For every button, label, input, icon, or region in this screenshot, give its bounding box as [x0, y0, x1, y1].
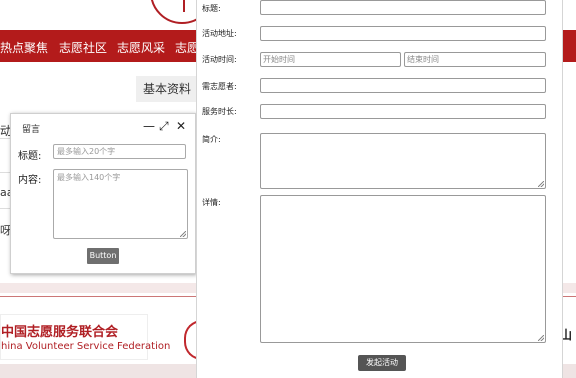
- activity-address-input[interactable]: [260, 26, 546, 41]
- activity-title-label: 标题:: [202, 4, 221, 13]
- details-label: 详情:: [202, 198, 221, 207]
- close-icon[interactable]: ✕: [176, 119, 186, 133]
- divider: [0, 172, 10, 173]
- content-placeholder: 最多输入140个字: [57, 173, 121, 182]
- cvsf-name-cn: 中国志愿服务联合会: [1, 325, 119, 340]
- volunteers-needed-input[interactable]: [260, 78, 546, 93]
- end-time-input[interactable]: 结束时间: [404, 52, 546, 67]
- activity-address-label: 活动地址:: [202, 29, 237, 38]
- intro-textarea[interactable]: [260, 133, 546, 189]
- message-dialog: 留言 — ⤢ ✕ 标题: 最多输入20个字 内容: 最多输入140个字 Butt…: [10, 113, 196, 274]
- message-content-textarea[interactable]: 最多输入140个字: [53, 169, 188, 239]
- service-duration-input[interactable]: [260, 104, 546, 119]
- nav-item-hot-focus[interactable]: 热点聚焦: [0, 39, 48, 56]
- nav-item-showcase[interactable]: 志愿风采: [117, 39, 165, 56]
- maximize-icon[interactable]: ⤢: [159, 119, 169, 133]
- service-duration-label: 服务时长:: [202, 107, 237, 116]
- dialog-title: 留言: [22, 125, 41, 135]
- tab-basic-profile[interactable]: 基本资料: [136, 76, 198, 102]
- title-label: 标题:: [18, 151, 42, 162]
- content-label: 内容:: [18, 175, 42, 186]
- message-title-input[interactable]: 最多输入20个字: [53, 144, 186, 159]
- cvsf-logo-link[interactable]: 中国志愿服务联合会 hina Volunteer Service Federat…: [0, 314, 170, 360]
- divider: [0, 208, 10, 209]
- volunteers-needed-label: 需志愿者:: [202, 82, 237, 91]
- cvsf-name-en: hina Volunteer Service Federation: [1, 341, 171, 352]
- activity-time-label: 活动时间:: [202, 55, 237, 64]
- resize-grip-icon[interactable]: [538, 181, 544, 187]
- launch-activity-button[interactable]: 发起活动: [358, 355, 406, 371]
- message-submit-button[interactable]: Button: [87, 248, 119, 264]
- details-textarea[interactable]: [260, 195, 546, 343]
- intro-label: 简介:: [202, 135, 221, 144]
- resize-grip-icon[interactable]: [538, 335, 544, 341]
- divider: [0, 138, 10, 139]
- start-time-input[interactable]: 开始时间: [260, 52, 401, 67]
- site-logo-stroke: [183, 0, 185, 12]
- resize-grip-icon[interactable]: [180, 231, 186, 237]
- activity-title-input[interactable]: [260, 0, 546, 15]
- nav-item-community[interactable]: 志愿社区: [59, 39, 107, 56]
- activity-form-panel: 标题: 活动地址: 活动时间: 开始时间 结束时间 需志愿者: 服务时长: 简介…: [196, 0, 563, 378]
- minimize-icon[interactable]: —: [143, 119, 155, 133]
